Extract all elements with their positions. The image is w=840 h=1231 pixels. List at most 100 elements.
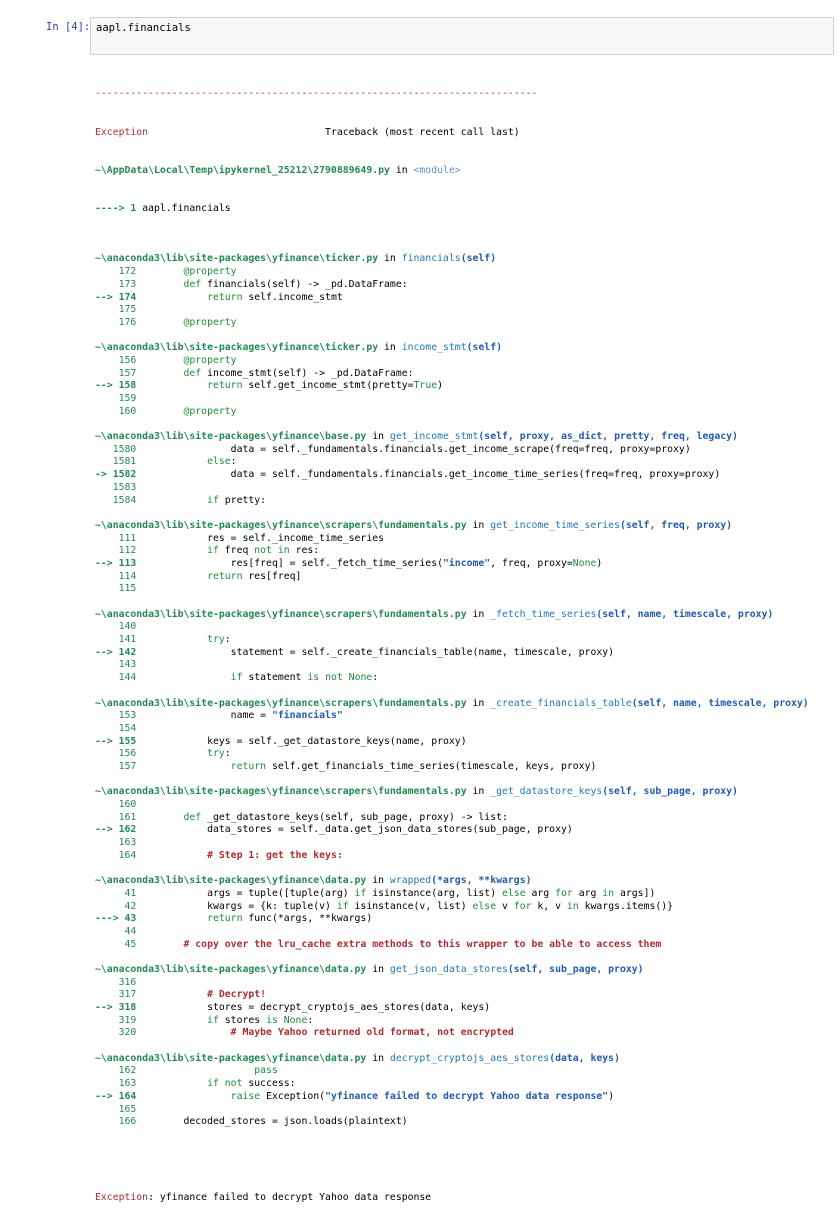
line-code: return self.income_stmt [207,291,343,303]
line-number: 41 [95,887,137,899]
frame-path: ~\anaconda3\lib\site-packages\yfinance\s… [95,697,467,709]
frame-code-line: 320 # Maybe Yahoo returned old format, n… [95,1027,835,1040]
frame-current-line: --> 318 stores = decrypt_cryptojs_aes_st… [95,1002,835,1015]
traceback-header: Traceback (most recent call last) [325,126,520,138]
in-word: in [378,253,402,265]
frame-code-line: 160 [95,799,835,812]
line-code: @property [136,354,237,366]
frame-code-line: 1580 data = self._fundamentals.financial… [95,444,835,457]
line-number: 111 [95,532,137,544]
frame-function: financials [401,253,461,265]
first-code: aapl.financials [136,202,231,214]
frame-path: ~\anaconda3\lib\site-packages\yfinance\s… [95,786,467,798]
in-word: in [378,342,402,354]
line-number: 163 [95,837,137,849]
in-word: in [466,786,491,798]
exception-name: Exception [95,126,149,138]
in-word: in [466,697,491,709]
frame-code-line: 143 [95,659,835,672]
frame-current-line: -> 1582 data = self._fundamentals.financ… [95,469,835,482]
line-number: 160 [95,799,137,811]
frame-location: ~\anaconda3\lib\site-packages\yfinance\t… [95,253,835,266]
line-code: return func(*args, **kwargs) [207,913,373,925]
frame-args: (self) [466,342,502,354]
line-code: pass [254,1065,278,1077]
line-code: # Maybe Yahoo returned old format, not e… [136,1027,514,1039]
frame-code-line: 317 # Decrypt! [95,989,835,1002]
frame-current-line: --> 142 statement = self._create_financi… [95,647,835,660]
line-code: if stores is None: [207,1014,314,1026]
line-code: name = "financials" [136,710,343,722]
line-code: if freq not in res: [207,545,320,557]
line-number: 156 [95,354,137,366]
line-number: --> 113 [95,557,137,569]
frame-current-line: ----> 1 aapl.financials [95,203,835,216]
line-number: 172 [95,266,137,278]
line-code: res[freq] = self._fetch_time_series("inc… [136,557,603,569]
frame-function: income_stmt [401,342,467,354]
frame-location: ~\anaconda3\lib\site-packages\yfinance\s… [95,786,835,799]
frame-path: ~\anaconda3\lib\site-packages\yfinance\d… [95,875,367,887]
frame-code-line: 1584 if pretty: [95,495,835,508]
frame-current-line: --> 162 data_stores = self._data.get_jso… [95,824,835,837]
in-word: in [366,963,390,975]
traceback-output: ----------------------------------------… [95,63,835,1231]
frame-path: ~\anaconda3\lib\site-packages\yfinance\t… [95,253,379,265]
line-number: 160 [95,405,137,417]
frame-current-line: ---> 43 return func(*args, **kwargs) [95,913,835,926]
line-number: --> 162 [95,824,137,836]
line-number: 154 [95,722,137,734]
final-exception-name: Exception [95,1192,149,1204]
frame-location: ~\anaconda3\lib\site-packages\yfinance\s… [95,609,835,622]
frame-function: decrypt_cryptojs_aes_stores [389,1052,550,1064]
line-code: keys = self._get_datastore_keys(name, pr… [136,735,467,747]
in-word: in [466,608,491,620]
line-code: @property [136,405,237,417]
line-code: args = tuple([tuple(arg) if isinstance(a… [136,887,656,899]
frame-code-line: 165 [95,1104,835,1117]
frame-code-line: 166 decoded_stores = json.loads(plaintex… [95,1116,835,1129]
final-exception: Exception: yfinance failed to decrypt Ya… [95,1192,835,1205]
code-input-area[interactable]: aapl.financials [90,17,834,55]
frame-code-line: 173 def financials(self) -> _pd.DataFram… [95,279,835,292]
line-number: --> 164 [95,1090,137,1102]
frame-code-line: 157 def income_stmt(self) -> _pd.DataFra… [95,368,835,381]
line-number: 157 [95,367,137,379]
line-number: 1581 [95,456,137,468]
frame-args: (self) [460,253,497,265]
frame-current-line: --> 158 return self.get_income_stmt(pret… [95,380,835,393]
frame-function: _create_financials_table [490,697,632,709]
line-code: def _get_datastore_keys(self, sub_page, … [183,811,508,823]
frame-code-line: 159 [95,393,835,406]
line-number: 161 [95,811,137,823]
line-code: # Decrypt! [136,989,267,1001]
line-number: 176 [95,316,137,328]
code-input-text[interactable]: aapl.financials [96,22,191,34]
frame-code-line: 163 [95,837,835,850]
line-number: 320 [95,1027,137,1039]
line-number: 159 [95,393,137,405]
frame-code-line: 44 [95,926,835,939]
frame-code-line: 140 [95,621,835,634]
frame-args: (self, sub_page, proxy) [602,786,738,798]
frame-code-line: 141 try: [95,634,835,647]
line-number: 163 [95,1078,137,1090]
frame-code-line: 162 pass [95,1065,835,1078]
frame-function: _get_datastore_keys [490,786,603,798]
line-code: kwargs = {k: tuple(v) if isinstance(v, l… [136,900,674,912]
line-code: try: [207,634,231,646]
first-arrow: ----> 1 [95,202,137,214]
frame-location: ~\anaconda3\lib\site-packages\yfinance\t… [95,342,835,355]
frame-code-line: 163 if not success: [95,1078,835,1091]
traceback-separator: ----------------------------------------… [95,88,538,100]
frame-code-line: 154 [95,723,835,736]
line-number: 173 [95,278,137,290]
frame-function: get_income_stmt [389,431,479,443]
frame-code-line: 156 try: [95,748,835,761]
frame-code-line: 144 if statement is not None: [95,672,835,685]
frame-args: (data, keys) [549,1052,620,1064]
frame-code-line: 41 args = tuple([tuple(arg) if isinstanc… [95,888,835,901]
frame-function: get_json_data_stores [389,963,508,975]
line-code: else: [207,456,237,468]
line-number: 1580 [95,443,137,455]
